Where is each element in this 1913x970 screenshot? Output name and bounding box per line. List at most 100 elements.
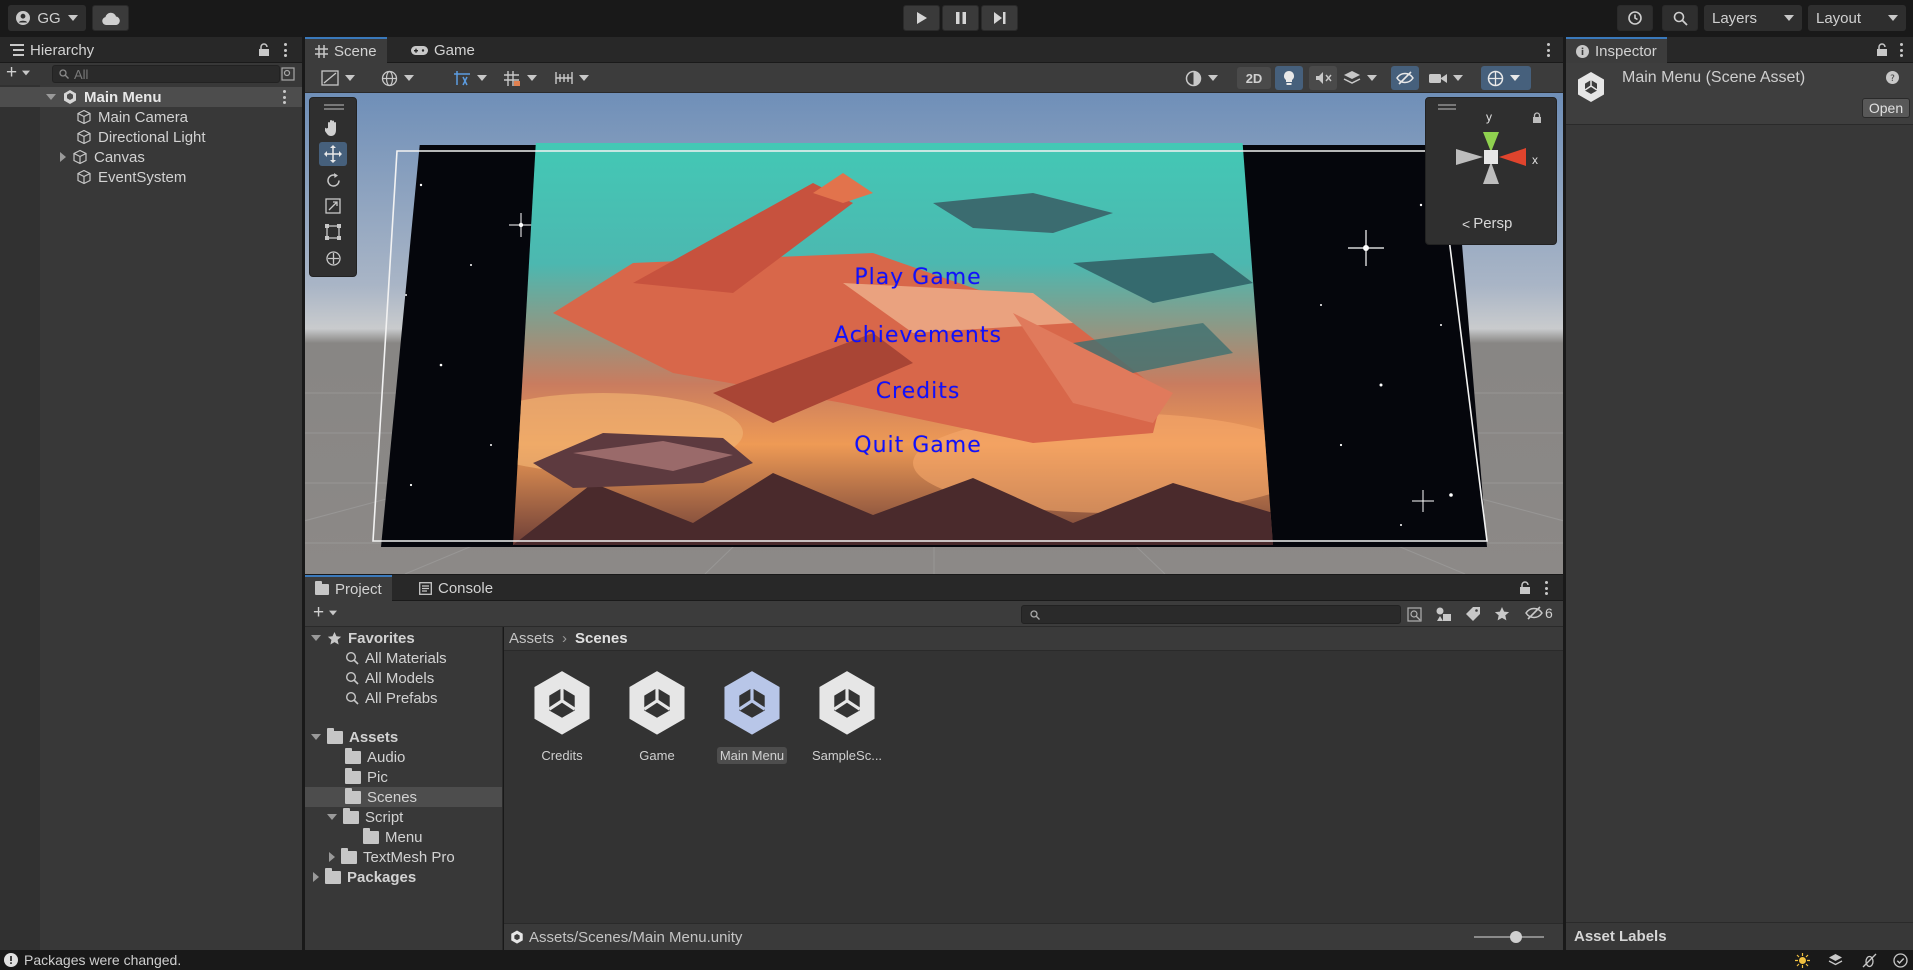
folder-item[interactable]: Audio xyxy=(305,747,405,767)
step-button[interactable] xyxy=(981,5,1018,31)
tab-project[interactable]: Project xyxy=(305,575,392,601)
favorite-item[interactable]: All Prefabs xyxy=(305,688,438,708)
favorite-item[interactable]: All Materials xyxy=(305,648,447,668)
favorite-item[interactable]: All Models xyxy=(305,668,434,688)
folder-item[interactable]: Menu xyxy=(305,827,423,847)
collab-icon[interactable] xyxy=(1828,953,1843,968)
effects-dropdown[interactable] xyxy=(1343,68,1383,88)
tab-scene[interactable]: Scene xyxy=(305,37,387,63)
visibility-toggle[interactable] xyxy=(1391,66,1419,90)
increment-snap-dropdown[interactable] xyxy=(555,68,595,88)
rotate-tool-button[interactable] xyxy=(319,168,347,192)
expand-arrow-icon[interactable] xyxy=(311,734,321,740)
favorites-header[interactable]: Favorites xyxy=(305,628,415,648)
folder-item-selected[interactable]: Scenes xyxy=(305,787,502,807)
label-tag-icon[interactable] xyxy=(1465,606,1481,622)
icon-size-slider[interactable] xyxy=(1474,931,1544,943)
lock-icon[interactable] xyxy=(1876,43,1888,56)
check-circle-icon[interactable] xyxy=(1893,953,1908,968)
menu-credits-label[interactable]: Credits xyxy=(876,379,961,404)
layout-dropdown[interactable]: Layout xyxy=(1808,5,1906,31)
camera-mode-dropdown[interactable] xyxy=(1185,68,1229,88)
slider-handle[interactable] xyxy=(1510,931,1522,943)
hidden-packages-toggle[interactable]: 6 xyxy=(1525,605,1553,621)
scene-file[interactable]: Credits xyxy=(517,669,607,764)
cloud-button[interactable] xyxy=(92,5,129,31)
menu-quit-game-label[interactable]: Quit Game xyxy=(854,433,982,458)
render-mode-dropdown[interactable] xyxy=(381,68,425,88)
expand-arrow-icon[interactable] xyxy=(329,852,335,862)
expand-arrow-icon[interactable] xyxy=(327,814,337,820)
status-message[interactable]: Packages were changed. xyxy=(24,952,181,968)
lighting-toggle[interactable] xyxy=(1275,66,1303,90)
star-icon[interactable] xyxy=(1494,606,1510,622)
hand-tool-button[interactable] xyxy=(319,116,347,140)
assets-header[interactable]: Assets xyxy=(305,727,398,747)
menu-play-game-label[interactable]: Play Game xyxy=(854,265,981,290)
hierarchy-item[interactable]: Main Camera xyxy=(0,107,188,127)
breadcrumb-assets[interactable]: Assets xyxy=(509,630,554,647)
hierarchy-menu-icon[interactable] xyxy=(283,43,287,57)
expand-arrow-icon[interactable] xyxy=(60,152,66,162)
project-search-field[interactable] xyxy=(1021,605,1401,624)
axis-gizmo-icon[interactable] xyxy=(1446,122,1536,190)
scene-menu-icon[interactable] xyxy=(1546,43,1550,57)
draw-mode-dropdown[interactable] xyxy=(321,68,361,88)
account-dropdown[interactable]: GG xyxy=(8,5,86,31)
tab-inspector[interactable]: Inspector xyxy=(1566,37,1667,63)
pivot-toggle-dropdown[interactable] xyxy=(453,68,493,88)
expand-arrow-icon[interactable] xyxy=(313,872,319,882)
gizmo-grip[interactable] xyxy=(1438,104,1456,110)
scene-file-selected[interactable]: Main Menu xyxy=(707,669,797,764)
search-by-type-icon[interactable] xyxy=(1407,607,1423,622)
scene-file[interactable]: Game xyxy=(612,669,702,764)
debug-off-icon[interactable] xyxy=(1862,953,1877,968)
expand-arrow-icon[interactable] xyxy=(46,94,56,100)
search-mode-icon[interactable] xyxy=(281,67,295,81)
scene-file[interactable]: SampleSc... xyxy=(802,669,892,764)
tab-console[interactable]: Console xyxy=(409,575,503,601)
inspector-menu-icon[interactable] xyxy=(1899,43,1903,57)
palette-grip[interactable] xyxy=(324,104,344,110)
expand-arrow-icon[interactable] xyxy=(311,635,321,641)
tab-game[interactable]: Game xyxy=(401,37,485,63)
scene-options-icon[interactable] xyxy=(282,90,286,104)
create-button[interactable]: + xyxy=(6,63,31,82)
hierarchy-scene-row[interactable]: Main Menu xyxy=(0,87,302,107)
hierarchy-item[interactable]: EventSystem xyxy=(0,167,186,187)
project-menu-icon[interactable] xyxy=(1544,581,1548,595)
hierarchy-item[interactable]: Directional Light xyxy=(0,127,206,147)
asset-labels-bar[interactable]: Asset Labels xyxy=(1566,922,1913,950)
pause-button[interactable] xyxy=(942,5,979,31)
gizmos-dropdown[interactable] xyxy=(1481,66,1531,90)
project-create-button[interactable]: + xyxy=(313,603,338,622)
rect-tool-button[interactable] xyxy=(319,220,347,244)
orientation-gizmo[interactable]: y x < Persp xyxy=(1425,97,1557,245)
packages-header[interactable]: Packages xyxy=(305,867,416,887)
search-button[interactable] xyxy=(1662,5,1698,31)
scene-viewport[interactable]: Play Game Achievements Credits Quit Game… xyxy=(305,93,1563,574)
scene-camera-dropdown[interactable] xyxy=(1429,68,1473,88)
folder-item[interactable]: TextMesh Pro xyxy=(305,847,455,867)
folder-item[interactable]: Pic xyxy=(305,767,388,787)
open-button[interactable]: Open xyxy=(1862,98,1910,118)
menu-achievements-label[interactable]: Achievements xyxy=(834,323,1002,348)
play-button[interactable] xyxy=(903,5,940,31)
move-tool-button[interactable] xyxy=(319,142,347,166)
mode-2d-toggle[interactable]: 2D xyxy=(1237,67,1271,89)
layers-dropdown[interactable]: Layers xyxy=(1704,5,1802,31)
persp-toggle[interactable]: < Persp xyxy=(1462,215,1512,232)
lock-icon[interactable] xyxy=(258,43,270,56)
filter-type-icon[interactable] xyxy=(1435,606,1453,622)
grid-snap-dropdown[interactable] xyxy=(503,68,543,88)
breadcrumb-scenes[interactable]: Scenes xyxy=(575,630,628,647)
audio-toggle[interactable] xyxy=(1309,66,1337,90)
transform-tool-button[interactable] xyxy=(319,246,347,270)
help-icon[interactable]: ? xyxy=(1886,71,1899,84)
scale-tool-button[interactable] xyxy=(319,194,347,218)
folder-item[interactable]: Script xyxy=(305,807,403,827)
hierarchy-item[interactable]: Canvas xyxy=(0,147,145,167)
history-button[interactable] xyxy=(1617,5,1653,31)
hierarchy-search-field[interactable]: All xyxy=(52,65,280,83)
progress-sun-icon[interactable] xyxy=(1795,953,1810,968)
